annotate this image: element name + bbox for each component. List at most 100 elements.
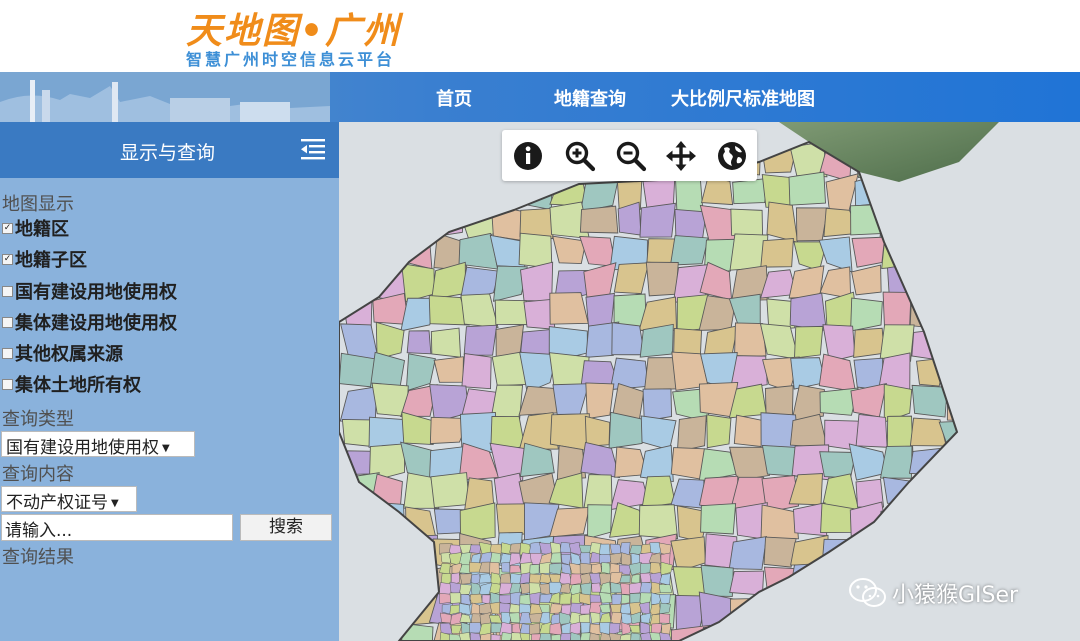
parcel-polygon bbox=[539, 633, 552, 641]
parcel-polygon bbox=[519, 632, 531, 641]
query-type-select[interactable]: 国有建设用地使用权 ▼ bbox=[1, 431, 195, 458]
parcel-polygon bbox=[549, 552, 562, 564]
parcel-polygon bbox=[439, 593, 452, 604]
layer-checkbox-other-ownership-source[interactable] bbox=[2, 347, 13, 359]
parcel-polygon bbox=[530, 633, 541, 641]
parcel-polygon bbox=[518, 232, 553, 269]
parcel-polygon bbox=[608, 632, 622, 641]
parcel-polygon bbox=[430, 472, 470, 509]
zoom-in-icon[interactable] bbox=[564, 140, 596, 172]
parcel-polygon bbox=[788, 171, 826, 206]
layer-label: 地籍子区 bbox=[15, 250, 87, 271]
parcel-polygon bbox=[549, 603, 563, 614]
city-skyline-banner bbox=[0, 72, 330, 122]
parcel-polygon bbox=[583, 474, 613, 510]
layer-checkbox-cadastral-district[interactable]: ✓ bbox=[2, 222, 13, 234]
parcel-polygon bbox=[580, 582, 592, 596]
parcel-polygon bbox=[644, 357, 678, 391]
nav-cadastral-query[interactable]: 地籍查询 bbox=[554, 85, 626, 111]
cadastral-parcel-map[interactable] bbox=[339, 122, 1080, 641]
parcel-polygon bbox=[500, 632, 513, 641]
layer-row-cadastral-subdistrict[interactable]: ✓ 地籍子区 bbox=[0, 246, 87, 272]
parcel-polygon bbox=[629, 592, 641, 604]
parcel-polygon bbox=[611, 322, 645, 356]
nav-home[interactable]: 首页 bbox=[436, 85, 472, 111]
parcel-polygon bbox=[591, 582, 602, 593]
parcel-polygon bbox=[855, 413, 888, 448]
parcel-polygon bbox=[438, 582, 452, 595]
parcel-polygon bbox=[501, 562, 511, 573]
parcel-polygon bbox=[619, 633, 632, 641]
parcel-polygon bbox=[559, 592, 572, 605]
parcel-polygon bbox=[728, 535, 768, 570]
query-content-value: 不动产权证号 bbox=[6, 493, 108, 513]
dropdown-arrow-icon: ▼ bbox=[162, 442, 170, 454]
parcel-polygon bbox=[730, 208, 764, 237]
parcel-polygon bbox=[433, 356, 464, 383]
parcel-polygon bbox=[639, 202, 676, 238]
parcel-polygon bbox=[676, 415, 707, 453]
parcel-polygon bbox=[449, 592, 461, 604]
parcel-polygon bbox=[764, 385, 794, 418]
parcel-polygon bbox=[639, 323, 674, 358]
layer-row-state-construction-land[interactable]: 国有建设用地使用权 bbox=[0, 278, 177, 304]
parcel-polygon bbox=[700, 503, 737, 535]
layer-row-collective-construction-land[interactable]: 集体建设用地使用权 bbox=[0, 309, 177, 335]
parcel-polygon bbox=[599, 543, 611, 556]
parcel-polygon bbox=[558, 572, 573, 585]
parcel-polygon bbox=[470, 632, 482, 641]
parcel-polygon bbox=[658, 584, 673, 594]
parcel-polygon bbox=[620, 594, 630, 605]
parcel-polygon bbox=[851, 236, 886, 268]
parcel-polygon bbox=[559, 542, 572, 553]
pan-icon[interactable] bbox=[665, 140, 697, 172]
layer-checkbox-collective-land-ownership[interactable] bbox=[2, 378, 13, 390]
parcel-polygon bbox=[700, 564, 734, 597]
parcel-polygon bbox=[539, 583, 551, 596]
map-canvas[interactable] bbox=[339, 122, 1080, 641]
parcel-polygon bbox=[795, 207, 829, 242]
parcel-polygon bbox=[638, 504, 679, 540]
layer-row-cadastral-district[interactable]: ✓ 地籍区 bbox=[0, 215, 69, 241]
layer-checkbox-state-construction-land[interactable] bbox=[2, 285, 13, 297]
info-icon[interactable] bbox=[512, 140, 544, 172]
collapse-menu-icon[interactable] bbox=[301, 138, 325, 160]
parcel-polygon bbox=[549, 622, 563, 636]
parcel-polygon bbox=[529, 564, 540, 575]
parcel-polygon bbox=[629, 582, 642, 594]
nav-large-scale-map[interactable]: 大比例尺标准地图 bbox=[671, 85, 815, 111]
layer-checkbox-collective-construction-land[interactable] bbox=[2, 316, 13, 328]
parcel-polygon bbox=[458, 632, 472, 641]
parcel-polygon bbox=[732, 177, 769, 205]
parcel-polygon bbox=[559, 633, 572, 641]
parcel-polygon bbox=[548, 562, 563, 575]
parcel-polygon bbox=[706, 414, 732, 449]
parcel-polygon bbox=[659, 613, 671, 624]
layer-checkbox-cadastral-subdistrict[interactable]: ✓ bbox=[2, 253, 13, 265]
parcel-polygon bbox=[549, 292, 589, 325]
parcel-polygon bbox=[645, 261, 679, 297]
search-button[interactable]: 搜索 bbox=[240, 514, 332, 541]
parcel-polygon bbox=[579, 562, 592, 575]
parcel-polygon bbox=[529, 622, 541, 635]
query-content-label: 查询内容 bbox=[2, 464, 74, 485]
globe-icon[interactable] bbox=[716, 140, 748, 172]
query-type-label: 查询类型 bbox=[2, 409, 74, 430]
layer-row-other-ownership-source[interactable]: 其他权属来源 bbox=[0, 340, 123, 366]
query-content-select[interactable]: 不动产权证号 ▼ bbox=[1, 486, 137, 513]
layer-label: 集体建设用地使用权 bbox=[15, 313, 177, 334]
parcel-polygon bbox=[481, 594, 491, 605]
layer-row-collective-land-ownership[interactable]: 集体土地所有权 bbox=[0, 371, 141, 397]
top-banner: 天地图•广州 智慧广州时空信息云平台 bbox=[0, 0, 1080, 72]
layer-label: 集体土地所有权 bbox=[15, 375, 141, 396]
zoom-out-icon[interactable] bbox=[615, 140, 647, 172]
search-input[interactable]: 请输入... bbox=[1, 514, 233, 541]
parcel-polygon bbox=[508, 612, 521, 624]
parcel-polygon bbox=[509, 565, 522, 574]
parcel-polygon bbox=[659, 602, 671, 615]
parcel-polygon bbox=[619, 575, 631, 583]
parcel-polygon bbox=[579, 205, 619, 234]
parcel-polygon bbox=[461, 353, 492, 390]
map-toolbar bbox=[502, 130, 757, 181]
sidebar: 显示与查询 地图显示 ✓ 地籍区 ✓ 地籍子区 国有建设用地使用权 集体建设用地… bbox=[0, 122, 339, 641]
